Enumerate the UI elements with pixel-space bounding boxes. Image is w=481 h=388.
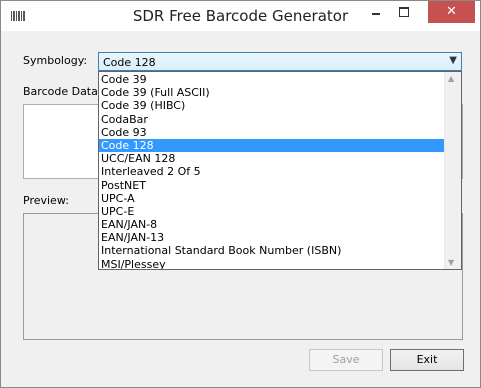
symbology-select[interactable]: Code 128 ▼ bbox=[98, 52, 462, 71]
maximize-icon bbox=[399, 7, 409, 17]
dropdown-item[interactable]: EAN/JAN-13 bbox=[99, 231, 446, 244]
dropdown-item[interactable]: Interleaved 2 Of 5 bbox=[99, 165, 446, 178]
app-window: SDR Free Barcode Generator ✕ Symbology: … bbox=[0, 0, 481, 388]
dropdown-item[interactable]: MSI/Plessey bbox=[99, 258, 446, 269]
dropdown-item[interactable]: International Standard Book Number (ISBN… bbox=[99, 244, 446, 257]
maximize-button[interactable] bbox=[391, 1, 417, 23]
scroll-down-icon[interactable]: ▼ bbox=[448, 258, 454, 267]
close-button[interactable]: ✕ bbox=[428, 1, 475, 23]
barcode-data-label: Barcode Data: bbox=[23, 85, 102, 98]
dropdown-item[interactable]: PostNET bbox=[99, 179, 446, 192]
minimize-icon bbox=[372, 13, 380, 15]
dropdown-item[interactable]: EAN/JAN-8 bbox=[99, 218, 446, 231]
scroll-up-icon[interactable]: ▲ bbox=[448, 74, 454, 83]
dropdown-item[interactable]: Code 93 bbox=[99, 126, 446, 139]
dropdown-item[interactable]: Code 39 (Full ASCII) bbox=[99, 86, 446, 99]
dropdown-item[interactable]: Code 39 (HIBC) bbox=[99, 99, 446, 112]
dropdown-item[interactable]: UPC-E bbox=[99, 205, 446, 218]
dropdown-item[interactable]: UCC/EAN 128 bbox=[99, 152, 446, 165]
symbology-selected-value: Code 128 bbox=[103, 56, 156, 69]
dropdown-item-selected[interactable]: Code 128 bbox=[99, 138, 446, 153]
symbology-dropdown-list[interactable]: Code 39 Code 39 (Full ASCII) Code 39 (HI… bbox=[98, 71, 462, 270]
minimize-button[interactable] bbox=[363, 1, 389, 23]
chevron-down-icon[interactable]: ▼ bbox=[449, 55, 457, 66]
exit-button[interactable]: Exit bbox=[390, 349, 464, 371]
dropdown-item[interactable]: CodaBar bbox=[99, 113, 446, 126]
save-button[interactable]: Save bbox=[309, 349, 383, 371]
dropdown-items: Code 39 Code 39 (Full ASCII) Code 39 (HI… bbox=[99, 73, 446, 269]
dropdown-item[interactable]: UPC-A bbox=[99, 192, 446, 205]
dropdown-scrollbar[interactable]: ▲ ▼ bbox=[444, 72, 461, 269]
close-icon: ✕ bbox=[446, 4, 457, 19]
symbology-label: Symbology: bbox=[23, 54, 88, 67]
title-bar[interactable]: SDR Free Barcode Generator ✕ bbox=[1, 1, 480, 31]
dropdown-item[interactable]: Code 39 bbox=[99, 73, 446, 86]
preview-label: Preview: bbox=[23, 194, 69, 207]
